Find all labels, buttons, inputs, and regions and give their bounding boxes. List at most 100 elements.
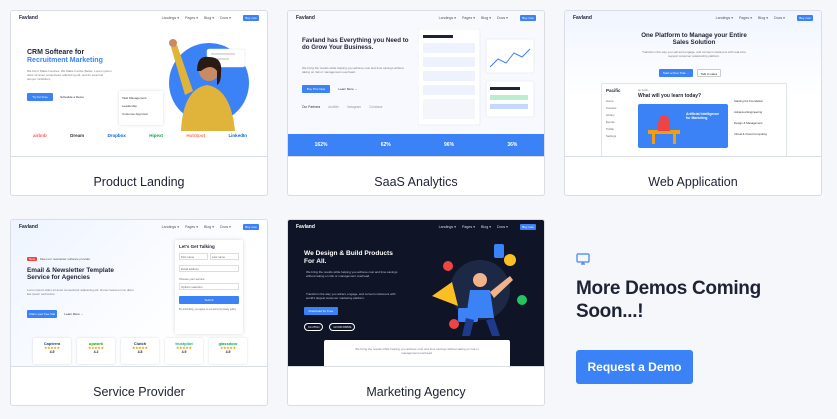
mini-nav-link: Docs ▾ [220,225,231,229]
mini-nav-link: Landings ▾ [438,16,456,20]
mini-secondary-button: Schedule a Demo [60,95,84,99]
hero-title: CRM Softeare for [27,49,85,56]
mini-nav-button: Buy now [520,15,536,21]
mini-nav-link: Pages ▾ [185,225,198,229]
app-banner: Artificial Intelligence for Marketing [638,104,728,148]
form-field-label: Choose your service [179,277,205,281]
demo-card-saas-analytics[interactable]: Favland Landings ▾ Pages ▾ Blog ▾ Docs ▾… [287,10,545,196]
mini-nav-link: Landings ▾ [161,225,179,229]
hero-text: Lorem ipsum dolor sit amet consectetur a… [27,288,135,297]
review-rating: 4.2 [93,350,99,354]
mini-nav: Favland Landings ▾ Pages ▾ Blog ▾ Docs ▾… [288,220,544,234]
card-label: SaaS Analytics [374,175,458,189]
form-field: Last name [210,253,239,260]
hero-woman-illustration [169,39,249,131]
request-demo-button[interactable]: Request a Demo [576,350,693,384]
stats-bar: 162% 62% 96% 36% [288,134,544,156]
announcement-text: Meet our newsletter software provider [40,257,91,261]
app-course-item: Starting the Foundation [734,99,764,103]
mini-logo: Favland [296,15,315,21]
mini-nav-link: Blog ▾ [481,225,491,229]
mini-nav-link: Blog ▾ [204,225,214,229]
partner-logos: Our Partners Audible Instagram Coinbase [302,105,412,109]
hero-text: We bring the results while helping you a… [302,66,404,75]
partners-label: Our Partners [302,105,321,109]
award-badge: CLUTCH [304,323,324,331]
checklist-item: Leadership [122,104,137,108]
mini-nav-link: Landings ▾ [438,225,456,229]
app-course-item: Design & Management [734,121,763,125]
mini-primary-button: Buy This Now [302,85,330,93]
card-label: Product Landing [93,175,185,189]
card-label: Marketing Agency [366,385,466,399]
mini-nav-link: Blog ▾ [481,16,491,20]
checklist-card: Task Management Leadership Customer Appr… [119,91,163,125]
marketing-illustration [432,244,527,336]
brand-logo: airbnb [33,133,47,138]
stat-value: 162% [314,142,328,148]
app-sidebar-item: Courses [606,106,617,110]
mini-secondary-button: Learn More → [338,87,358,91]
mini-nav-link: Pages ▾ [462,16,475,20]
service-provider-thumbnail: Favland Landings ▾ Pages ▾ Blog ▾ Docs ▾… [11,220,267,367]
review-rating: 4.5 [225,350,231,354]
demo-card-marketing-agency[interactable]: Favland Landings ▾ Pages ▾ Blog ▾ Docs ▾… [287,219,545,406]
demo-card-service-provider[interactable]: Favland Landings ▾ Pages ▾ Blog ▾ Docs ▾… [10,219,268,406]
demo-card-web-application[interactable]: Favland Landings ▾ Pages ▾ Blog ▾ Docs ▾… [564,10,822,196]
footer-panel: We bring the results while helping you a… [324,340,510,366]
stat-value: 96% [444,142,455,148]
monitor-icon [576,252,590,265]
mini-nav-link: Pages ▾ [739,16,752,20]
contact-form-card: Let's Get Talking First name Last name E… [175,240,243,334]
mini-nav-link: Docs ▾ [497,16,508,20]
more-demos-title: More Demos Coming Soon...! [576,278,761,322]
app-sidebar-item: Library [606,113,615,117]
mini-primary-button: Claim your free trial [27,310,57,318]
review-rating: 4.8 [137,350,143,354]
new-badge: New [27,257,38,261]
app-name: Pacific [606,88,621,93]
hero-text: We bring the results while helping you a… [306,270,398,279]
mini-nav-link: Pages ▾ [462,225,475,229]
brand-logo: HubSpot [186,133,206,138]
mini-nav-button: Buy now [797,15,813,21]
brand-logo: Dream [70,133,85,138]
hero-title-highlight: Recruitment Marketing [27,57,103,65]
more-demos-section: More Demos Coming Soon...! [576,252,786,323]
mini-nav-link: Landings ▾ [715,16,733,20]
stat-value: 36% [507,142,518,148]
mini-secondary-button: Talk to sales [697,69,721,77]
mini-nav: Favland Landings ▾ Pages ▾ Blog ▾ Docs ▾… [288,11,544,25]
hero-title: Email & Newsletter Template Service for … [27,267,114,282]
app-sidebar: Home Courses Library Events Profile Sett… [606,98,632,140]
app-sidebar-item: Events [606,120,615,124]
mini-secondary-button: Learn More → [64,312,84,316]
desk-illustration [648,115,680,144]
mini-nav: Favland Landings ▾ Pages ▾ Blog ▾ Docs ▾… [565,11,821,25]
checklist-item: Customer Approval [122,112,148,116]
brand-logo: Hipext [149,133,164,138]
review-badges: Capterra ★★★★★ 4.5 upwork ★★★★★ 4.2 Clut… [33,338,247,364]
mini-nav-button: Buy now [243,224,259,230]
dashboard-illustration [418,29,535,126]
mini-nav-link: Pages ▾ [185,16,198,20]
mini-nav-link: Docs ▾ [774,16,785,20]
app-greeting: Hi Jack, [638,88,649,92]
form-submit: Submit [179,296,239,304]
brand-logo: LinkedIn [228,133,247,138]
app-sidebar-item: Home [606,99,614,103]
hero-text-secondary: Transform the way you attract, engage, a… [306,292,396,301]
web-application-thumbnail: Favland Landings ▾ Pages ▾ Blog ▾ Docs ▾… [565,11,821,157]
mini-nav-link: Blog ▾ [758,16,768,20]
mini-logo: Favland [573,15,592,21]
demo-card-product-landing[interactable]: Favland Landings ▾ Pages ▾ Blog ▾ Docs ▾… [10,10,268,196]
app-mockup: Pacific Home Courses Library Events Prof… [601,83,787,156]
mini-primary-button: Download for Free [304,307,338,315]
brand-logo: Dropbox [107,133,126,138]
mini-nav: Favland Landings ▾ Pages ▾ Blog ▾ Docs ▾… [11,11,267,25]
review-badge: glassdoor ★★★★★ 4.5 [209,338,247,364]
form-select: Options selection [179,283,239,290]
partner-logo: Audible [328,105,339,109]
announcement-tag: New Meet our newsletter software provide… [27,257,90,261]
mini-nav-link: Docs ▾ [497,225,508,229]
